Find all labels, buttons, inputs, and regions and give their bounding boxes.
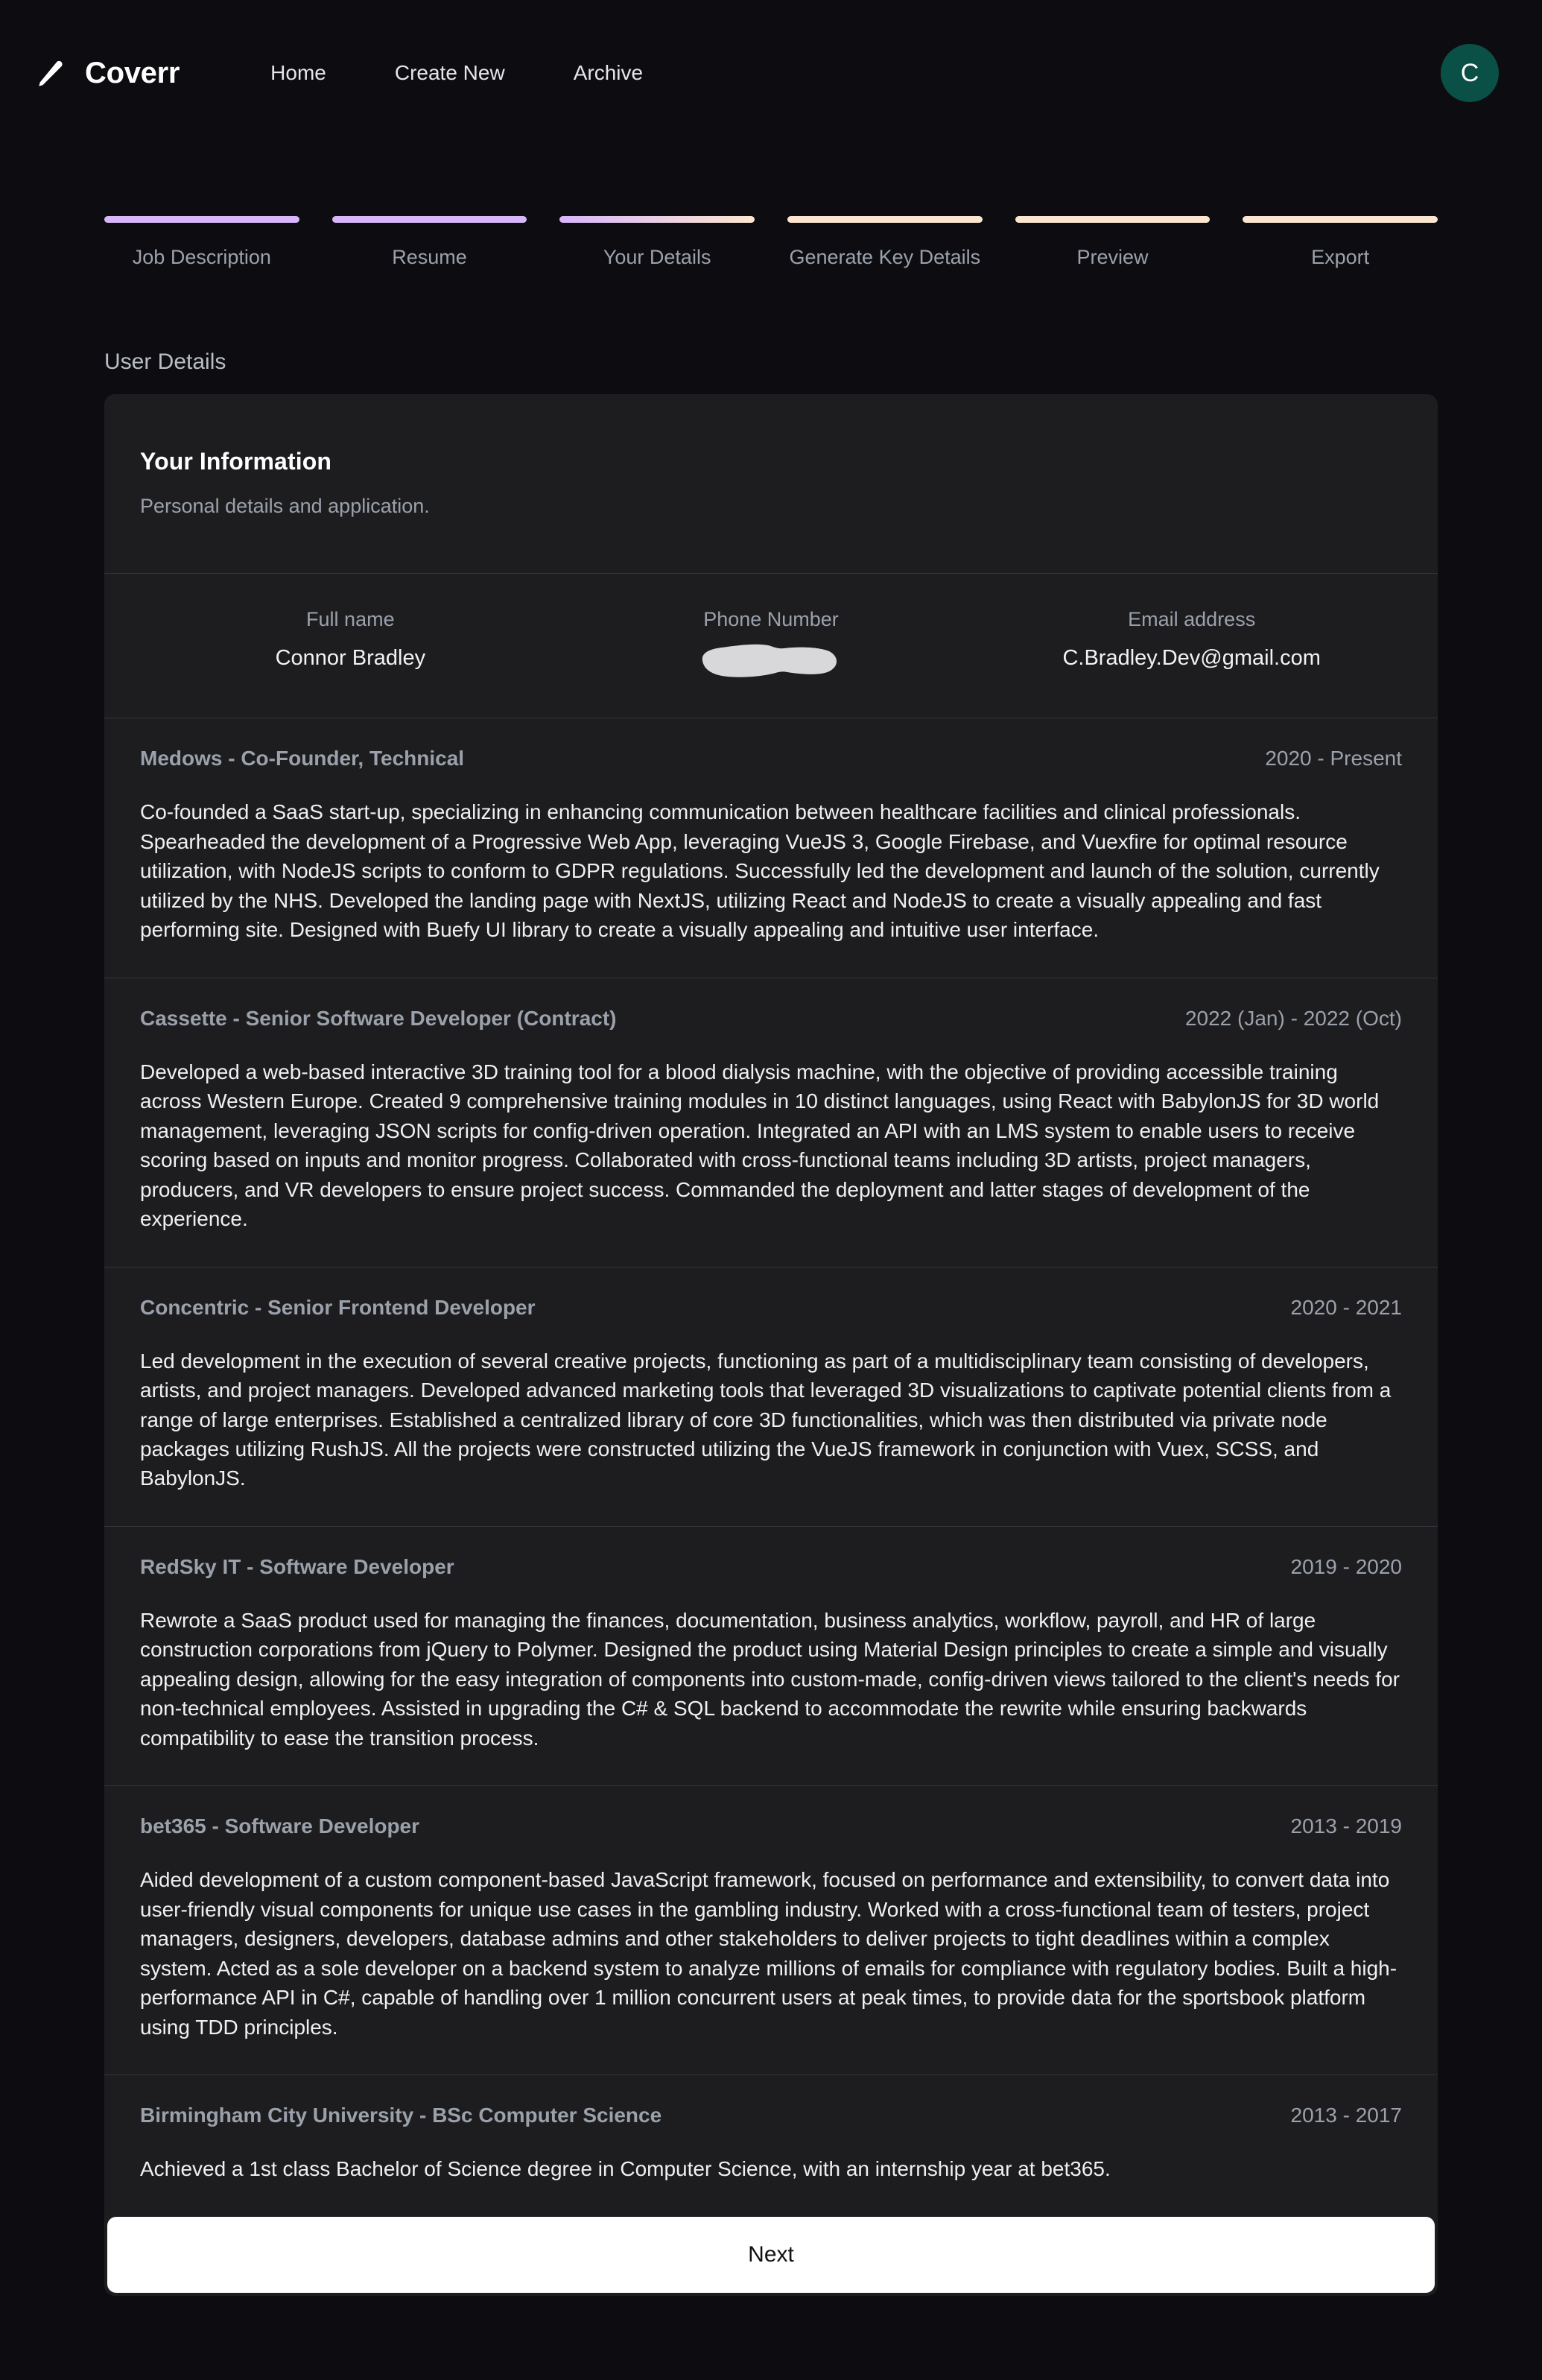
redaction-mark	[561, 639, 982, 679]
contact-value: Connor Bradley	[275, 646, 426, 671]
experience-dates: 2020 - 2021	[1290, 1295, 1402, 1319]
experience-entry: Medows - Co-Founder, Technical 2020 - Pr…	[104, 718, 1438, 977]
next-button-wrap: Next	[104, 2216, 1438, 2296]
experience-header: Cassette - Senior Software Developer (Co…	[140, 1007, 1402, 1031]
step-bar	[1015, 216, 1211, 223]
user-details-card: Your Information Personal details and ap…	[104, 394, 1438, 2296]
progress-stepper: Job Description Resume Your Details Gene…	[0, 146, 1542, 270]
contact-value: C.Bradley.Dev@gmail.com	[1062, 646, 1321, 671]
step-job-description[interactable]: Job Description	[104, 216, 299, 270]
step-generate-key-details[interactable]: Generate Key Details	[787, 216, 983, 270]
step-bar	[787, 216, 983, 223]
education-description: Achieved a 1st class Bachelor of Science…	[140, 2157, 1111, 2181]
step-resume[interactable]: Resume	[331, 216, 527, 270]
experience-entry: Concentric - Senior Frontend Developer 2…	[104, 1267, 1438, 1526]
contact-full-name: Full name Connor Bradley	[140, 608, 561, 679]
experience-dates: 2013 - 2019	[1290, 1814, 1402, 1838]
experience-header: RedSky IT - Software Developer 2019 - 20…	[140, 1555, 1402, 1579]
experience-dates: 2019 - 2020	[1290, 1554, 1402, 1578]
experience-description: Rewrote a SaaS product used for managing…	[140, 1608, 1400, 1750]
education-header: Birmingham City University - BSc Compute…	[140, 2104, 1402, 2127]
step-export[interactable]: Export	[1243, 216, 1438, 270]
step-label: Your Details	[603, 246, 711, 268]
experience-title: Concentric - Senior Frontend Developer	[140, 1295, 536, 1319]
education-entry: Birmingham City University - BSc Compute…	[104, 2075, 1438, 2216]
contact-info-row: Full name Connor Bradley Phone Number Em…	[104, 574, 1438, 718]
avatar[interactable]: C	[1441, 44, 1499, 102]
card-heading: Your Information	[140, 448, 331, 475]
experience-description: Developed a web-based interactive 3D tra…	[140, 1060, 1380, 1231]
experience-header: Medows - Co-Founder, Technical 2020 - Pr…	[140, 747, 1402, 770]
step-label: Export	[1311, 246, 1370, 268]
experience-title: Medows - Co-Founder, Technical	[140, 747, 465, 770]
step-bar	[331, 216, 527, 223]
contact-label: Phone Number	[703, 608, 839, 631]
experience-dates: 2020 - Present	[1265, 747, 1402, 770]
experience-entry: RedSky IT - Software Developer 2019 - 20…	[104, 1527, 1438, 1785]
page-title: User Details	[104, 349, 226, 375]
top-navigation-bar: Coverr Home Create New Archive C	[0, 0, 1542, 146]
experience-dates: 2022 (Jan) - 2022 (Oct)	[1184, 1006, 1402, 1030]
brand-logo[interactable]: Coverr	[34, 56, 180, 90]
step-label: Resume	[392, 246, 467, 268]
step-bar	[1243, 216, 1438, 223]
experience-description: Led development in the execution of seve…	[140, 1349, 1392, 1490]
education-title: Birmingham City University - BSc Compute…	[140, 2104, 662, 2127]
step-bar	[104, 216, 299, 223]
main-nav: Home Create New Archive	[236, 61, 677, 85]
contact-phone-number: Phone Number	[561, 608, 982, 679]
nav-item-create-new[interactable]: Create New	[361, 61, 539, 85]
card-subheading: Personal details and application.	[140, 495, 430, 518]
experience-title: bet365 - Software Developer	[140, 1814, 420, 1838]
step-label: Job Description	[132, 246, 271, 268]
brand-name: Coverr	[85, 56, 180, 89]
contact-label: Email address	[1128, 608, 1256, 631]
nav-item-archive[interactable]: Archive	[539, 61, 677, 85]
experience-entry: bet365 - Software Developer 2013 - 2019 …	[104, 1786, 1438, 2074]
pencil-icon	[34, 56, 69, 90]
experience-header: Concentric - Senior Frontend Developer 2…	[140, 1296, 1402, 1320]
step-bar	[559, 216, 755, 223]
education-dates: 2013 - 2017	[1290, 2104, 1402, 2127]
contact-email-address: Email address C.Bradley.Dev@gmail.com	[981, 608, 1402, 679]
step-label: Generate Key Details	[789, 246, 981, 268]
experience-entry: Cassette - Senior Software Developer (Co…	[104, 978, 1438, 1267]
experience-description: Co-founded a SaaS start-up, specializing…	[140, 800, 1380, 942]
card-header: Your Information Personal details and ap…	[104, 394, 1438, 573]
experience-header: bet365 - Software Developer 2013 - 2019	[140, 1814, 1402, 1838]
next-button[interactable]: Next	[107, 2216, 1435, 2293]
contact-label: Full name	[306, 608, 395, 631]
step-label: Preview	[1076, 246, 1149, 268]
experience-description: Aided development of a custom component-…	[140, 1868, 1397, 2039]
experience-title: RedSky IT - Software Developer	[140, 1554, 454, 1578]
step-preview[interactable]: Preview	[1015, 216, 1211, 270]
experience-title: Cassette - Senior Software Developer (Co…	[140, 1006, 617, 1030]
nav-item-home[interactable]: Home	[236, 61, 361, 85]
step-your-details[interactable]: Your Details	[559, 216, 755, 270]
